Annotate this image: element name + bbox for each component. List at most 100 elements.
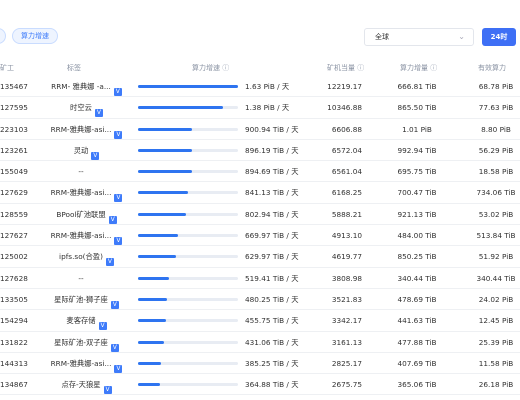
- header-equivalent-label: 矿机当量: [327, 64, 355, 72]
- filter-pill-previous[interactable]: [0, 28, 6, 44]
- table-row[interactable]: 154294 麦客存储 V 455.75 TiB / 天 3342.17 441.63 T…: [0, 310, 520, 332]
- speed-bar-fill: [138, 170, 192, 174]
- increment-value: 407.69 TiB: [397, 358, 437, 368]
- miner-tag-label: RRM- 雅典娜 -a...: [51, 82, 111, 91]
- miner-id-link[interactable]: 127629: [0, 188, 28, 197]
- header-equivalent[interactable]: 矿机当量 ⓘ: [327, 63, 364, 73]
- speed-value: 900.94 TiB / 天: [245, 124, 299, 134]
- speed-bar: [138, 127, 238, 131]
- miner-tag[interactable]: ipfs.so(合盈) V: [40, 252, 122, 267]
- v-badge-icon: V: [113, 88, 122, 96]
- v-badge-icon: V: [114, 194, 123, 203]
- miner-id-link[interactable]: 127627: [0, 231, 28, 240]
- increment-value: 921.13 TiB: [397, 209, 437, 219]
- equivalent-value: 12219.17: [327, 82, 362, 91]
- speed-bar: [138, 170, 238, 174]
- table-row[interactable]: 133505 星际矿池-狮子座 V 480.25 TiB / 天 3521.83 478.…: [0, 289, 520, 311]
- miner-table-body: 135467 RRM- 雅典娜 -a... V 1.63 PiB / 天 12219.1…: [0, 76, 520, 396]
- region-select[interactable]: 全球 ⌄: [364, 28, 474, 46]
- info-circle-icon[interactable]: ⓘ: [357, 64, 364, 72]
- miner-tag[interactable]: --: [40, 274, 122, 283]
- info-circle-icon[interactable]: ⓘ: [222, 64, 229, 72]
- speed-bar: [138, 383, 238, 387]
- table-row[interactable]: 128559 BPool矿池联盟 V 802.94 TiB / 天 5888.21 921…: [0, 204, 520, 226]
- miner-tag[interactable]: 麦客存储 V: [40, 316, 122, 331]
- equivalent-value: 3342.17: [331, 316, 362, 326]
- miner-tag[interactable]: BPool矿池联盟 V: [40, 209, 122, 224]
- miner-id-link[interactable]: 133505: [0, 295, 28, 304]
- miner-tag[interactable]: 星际矿池-双子座 V: [40, 338, 122, 352]
- miner-id-link[interactable]: 125002: [0, 252, 28, 261]
- miner-tag[interactable]: 时空云 V: [40, 103, 122, 118]
- table-row[interactable]: 125002 ipfs.so(合盈) V 629.97 TiB / 天 4619.77 8…: [0, 246, 520, 268]
- effective-value: 734.06 TiB: [476, 188, 516, 198]
- equivalent-value: 4913.10: [331, 231, 362, 241]
- miner-tag[interactable]: RRM-雅典娜-asi... V: [40, 125, 123, 139]
- miner-tag[interactable]: RRM-雅典娜-asi... V: [40, 188, 123, 203]
- equivalent-value: 3161.13: [331, 337, 362, 347]
- miner-tag-label: BPool矿池联盟: [56, 209, 106, 219]
- info-circle-icon[interactable]: ⓘ: [430, 64, 437, 72]
- speed-bar-fill: [138, 361, 161, 365]
- speed-value: 455.75 TiB / 天: [245, 316, 299, 326]
- miner-id-link[interactable]: 223103: [0, 125, 28, 134]
- miner-tag[interactable]: RRM- 雅典娜 -a... V: [40, 82, 122, 96]
- miner-id-link[interactable]: 154294: [0, 316, 28, 325]
- v-badge-icon: V: [110, 343, 119, 352]
- header-effective[interactable]: 有效算力: [478, 63, 506, 73]
- effective-value: 77.63 PiB: [478, 103, 514, 113]
- table-row[interactable]: 134867 点存-天狼星 V 364.88 TiB / 天 2675.75 365.06…: [0, 374, 520, 396]
- miner-tag[interactable]: --: [40, 167, 122, 176]
- header-speed[interactable]: 算力增速 ⓘ: [192, 63, 229, 73]
- miner-id-link[interactable]: 134867: [0, 380, 28, 389]
- table-row[interactable]: 155049 -- 894.69 TiB / 天 6561.04 695.75 TiB 1…: [0, 161, 520, 183]
- speed-bar-fill: [138, 255, 176, 259]
- miner-tag-label: 麦客存储: [66, 316, 96, 326]
- miner-id-link[interactable]: 155049: [0, 167, 28, 176]
- table-row[interactable]: 127628 -- 519.41 TiB / 天 3808.98 340.44 TiB 3…: [0, 268, 520, 289]
- miner-id-link[interactable]: 144313: [0, 359, 28, 368]
- speed-bar: [138, 361, 238, 365]
- equivalent-value: 5888.21: [331, 209, 362, 219]
- filter-bar: 算力增速 全球 ⌄ 24时: [0, 0, 520, 58]
- effective-value: 51.92 PiB: [478, 252, 514, 262]
- increment-value: 477.88 TiB: [397, 337, 437, 347]
- table-row[interactable]: 135467 RRM- 雅典娜 -a... V 1.63 PiB / 天 12219.1…: [0, 76, 520, 98]
- table-row[interactable]: 127629 RRM-雅典娜-asi... V 841.13 TiB / 天 6168.…: [0, 182, 520, 204]
- miner-tag[interactable]: RRM-雅典娜-asi... V: [40, 231, 123, 246]
- speed-bar-fill: [138, 148, 192, 152]
- period-24h-button[interactable]: 24时: [482, 28, 516, 46]
- equivalent-value: 4619.77: [331, 252, 362, 262]
- header-tag: 标签: [67, 64, 81, 72]
- miner-tag-label: RRM-雅典娜-asi...: [50, 231, 112, 241]
- speed-bar-fill: [138, 85, 238, 88]
- effective-value: 11.58 PiB: [478, 358, 514, 368]
- speed-filter-pill[interactable]: 算力增速: [12, 28, 58, 44]
- miner-tag[interactable]: 星际矿池-狮子座 V: [40, 295, 122, 309]
- header-increment[interactable]: 算力增量 ⓘ: [400, 63, 437, 73]
- speed-bar: [138, 297, 238, 301]
- miner-tag[interactable]: RRM-雅典娜-asi... V: [40, 359, 123, 373]
- table-row[interactable]: 144313 RRM-雅典娜-asi... V 385.25 TiB / 天 2825.…: [0, 353, 520, 375]
- miner-id-link[interactable]: 127628: [0, 274, 28, 283]
- miner-tag-label: ipfs.so(合盈): [59, 252, 103, 262]
- miner-tag-label: RRM-雅典娜-asi...: [50, 188, 112, 198]
- speed-value: 802.94 TiB / 天: [245, 209, 299, 219]
- table-row[interactable]: 131822 星际矿池-双子座 V 431.06 TiB / 天 3161.13 477.…: [0, 332, 520, 353]
- table-row[interactable]: 127595 时空云 V 1.38 PiB / 天 10346.88 865.50 TiB…: [0, 97, 520, 119]
- miner-id-link[interactable]: 128559: [0, 210, 28, 219]
- miner-tag[interactable]: 点存-天狼星 V: [40, 380, 122, 395]
- miner-id-link[interactable]: 131822: [0, 338, 28, 347]
- table-row[interactable]: 223103 RRM-雅典娜-asi... V 900.94 TiB / 天 6606.…: [0, 119, 520, 140]
- effective-value: 26.18 PiB: [478, 380, 514, 390]
- effective-value: 53.02 PiB: [478, 209, 514, 219]
- speed-value: 629.97 TiB / 天: [245, 252, 299, 262]
- header-miner[interactable]: 矿工: [0, 63, 14, 73]
- miner-tag[interactable]: 灵动 V: [40, 146, 122, 160]
- miner-id-link[interactable]: 127595: [0, 103, 28, 112]
- table-row[interactable]: 127627 RRM-雅典娜-asi... V 669.97 TiB / 天 4913.…: [0, 225, 520, 247]
- miner-id-link[interactable]: 135467: [0, 82, 28, 91]
- miner-id-link[interactable]: 123261: [0, 146, 28, 155]
- effective-value: 12.45 PiB: [478, 316, 514, 326]
- table-row[interactable]: 123261 灵动 V 896.19 TiB / 天 6572.04 992.94 TiB…: [0, 140, 520, 162]
